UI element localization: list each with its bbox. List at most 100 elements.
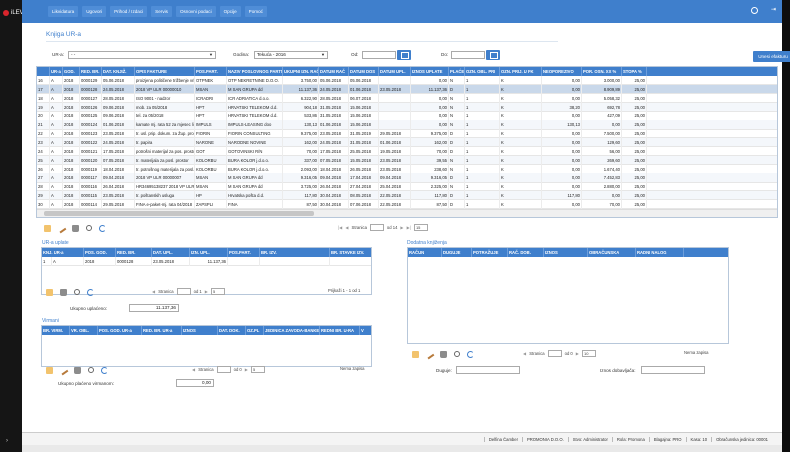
nav-menu-item[interactable]: Servis [151, 6, 172, 17]
refresh-icon[interactable] [101, 366, 108, 374]
delete-icon[interactable] [440, 350, 447, 358]
column-header[interactable]: BR. IZV. [260, 248, 330, 257]
column-header[interactable]: DAT. KNJIŽ. [102, 67, 135, 76]
new-einvoice-button[interactable]: Unesi efakturu [753, 51, 790, 62]
horizontal-scrollbar[interactable] [37, 209, 777, 217]
column-header[interactable]: OZN. PRIJ. U FK [500, 67, 542, 76]
page-size-select[interactable]: 5 [211, 288, 225, 295]
ur-filter-select[interactable]: - - ▼ [68, 51, 216, 59]
godina-select[interactable]: Tekuća - 2016 ▼ [254, 51, 328, 59]
column-header[interactable]: POS. GOD. UR-a [98, 326, 142, 335]
column-header[interactable]: IZNOS [182, 326, 218, 335]
column-header[interactable]: RADNI NALOG [636, 248, 684, 257]
column-header[interactable]: UR-a [50, 67, 63, 76]
column-header[interactable]: IZN. UPL. [190, 248, 228, 257]
pager-page-input[interactable] [216, 366, 231, 373]
add-icon[interactable] [44, 224, 51, 232]
column-header[interactable]: POR. OSN. XX % [582, 67, 622, 76]
pager-page-input[interactable] [176, 288, 191, 295]
column-header[interactable]: DATUM UPL. [379, 67, 411, 76]
column-header[interactable]: DUGUJE [442, 248, 472, 257]
table-row[interactable]: 18 A 2018 0000127 28.05.2018 ISO 9001 - nadzo… [37, 93, 777, 103]
nav-menu-item[interactable]: Pomoć [244, 6, 267, 17]
last-page-icon[interactable]: ▶| [407, 225, 411, 230]
refresh-icon[interactable] [87, 288, 94, 296]
column-header[interactable]: OZN. OBL. PRI [465, 67, 500, 76]
table-row[interactable]: 23 A 2018 0000122 24.05.2018 tr. papira NARONE… [37, 137, 777, 148]
logout-icon[interactable]: ⇥ [771, 6, 776, 13]
column-header[interactable]: POS.PART. [195, 67, 227, 76]
first-page-icon[interactable]: |◀ [338, 225, 342, 230]
next-page-icon[interactable]: ▶ [576, 351, 579, 356]
column-header[interactable]: KNJ. UR-a [42, 248, 84, 257]
column-header[interactable]: IZNOS [544, 248, 588, 257]
prev-page-icon[interactable]: ◀ [192, 367, 195, 372]
search-icon[interactable] [88, 367, 94, 373]
delete-icon[interactable] [74, 366, 81, 374]
next-page-icon[interactable]: ▶ [400, 225, 403, 230]
next-page-icon[interactable]: ▶ [205, 289, 208, 294]
pager-page-input[interactable] [369, 224, 384, 231]
column-header[interactable]: V [360, 326, 371, 335]
pager-page-input[interactable] [547, 350, 562, 357]
nav-menu-item[interactable]: Opcije [219, 6, 241, 17]
page-size-select[interactable]: 5 [251, 366, 265, 373]
column-header[interactable]: OBRAČUNSKA [588, 248, 636, 257]
column-header[interactable]: RAČUN [408, 248, 442, 257]
column-header[interactable]: POTRAŽUJE [472, 248, 508, 257]
nav-menu-item[interactable]: Osnovni podaci [175, 6, 216, 17]
column-header[interactable]: REDNI BR. U-RA [320, 326, 360, 335]
column-header[interactable]: DATUM RAČ [319, 67, 349, 76]
nav-menu-item[interactable]: Prihod / Izdaci [110, 6, 148, 17]
page-size-select[interactable]: 15 [413, 224, 428, 231]
column-header[interactable]: PLAĆENO [449, 67, 465, 76]
column-header[interactable]: JEDINICA ZAVODA-BANKE [264, 326, 320, 335]
edit-icon[interactable] [424, 349, 435, 359]
column-header[interactable]: DAT. DOK. [218, 326, 246, 335]
duguje-input[interactable] [456, 366, 520, 374]
refresh-icon[interactable] [467, 350, 474, 358]
column-header[interactable]: BR. STAVKE IZV. [330, 248, 371, 257]
prev-page-icon[interactable]: ◀ [345, 225, 348, 230]
column-header[interactable]: RED. BR. UR-a [142, 326, 182, 335]
table-row[interactable]: 30 A 2018 0000114 29.05.2018 FINA e-paket-mj.… [37, 199, 777, 210]
column-header[interactable]: POS. GOD. [84, 248, 116, 257]
column-header[interactable] [37, 67, 50, 76]
prev-page-icon[interactable]: ◀ [523, 351, 526, 356]
column-header[interactable]: RED. BR. [116, 248, 152, 257]
column-header[interactable]: STOPA % [622, 67, 647, 76]
add-icon[interactable] [412, 350, 419, 358]
column-header[interactable]: RAČ. DOB. [508, 248, 544, 257]
column-header[interactable]: OZ.PL [246, 326, 264, 335]
table-row[interactable]: 20 A 2018 0000125 09.06.2018 tel. za 05/2018 H… [37, 111, 777, 121]
od-date-input[interactable] [362, 51, 396, 59]
column-header[interactable]: DAT. UPL. [152, 248, 190, 257]
iznos-dobavljaca-input[interactable] [641, 366, 705, 374]
edit-icon[interactable] [56, 223, 67, 233]
do-calendar-icon[interactable] [486, 50, 500, 60]
add-icon[interactable] [46, 288, 53, 296]
nav-menu-item[interactable]: Ugovori [82, 6, 107, 17]
expand-sidebar-icon[interactable]: › [6, 438, 8, 444]
table-row[interactable]: 25 A 2018 0000120 07.05.2018 tr. materijala z… [37, 155, 777, 165]
scrollbar-thumb[interactable] [44, 211, 314, 216]
edit-icon[interactable] [58, 365, 69, 375]
column-header[interactable]: VR. OBL. [70, 326, 98, 335]
add-icon[interactable] [46, 366, 53, 374]
column-header[interactable]: IZNOS UPLATE [411, 67, 449, 76]
page-size-select[interactable]: 10 [582, 350, 596, 357]
do-date-input[interactable] [451, 51, 485, 59]
column-header[interactable]: UKUPNI IZN. RAČ [283, 67, 319, 76]
column-header[interactable]: DATUM DOS [349, 67, 379, 76]
nav-menu-item[interactable]: Likvidatura [48, 6, 79, 17]
next-page-icon[interactable]: ▶ [245, 367, 248, 372]
search-icon[interactable] [86, 225, 92, 231]
prev-page-icon[interactable]: ◀ [152, 289, 155, 294]
column-header[interactable]: NAZIV POSLOVNOG PARTNERA [227, 67, 283, 76]
column-header[interactable]: POS.PART. [228, 248, 260, 257]
search-icon[interactable] [74, 289, 80, 295]
delete-icon[interactable] [72, 224, 79, 232]
table-row[interactable]: 1 A 2018 0000128 23.05.2018 11.137,36 [42, 257, 371, 267]
od-calendar-icon[interactable] [397, 50, 411, 60]
table-row[interactable]: 28 A 2018 0000116 26.04.2018 HR34695138237 20… [37, 182, 777, 192]
